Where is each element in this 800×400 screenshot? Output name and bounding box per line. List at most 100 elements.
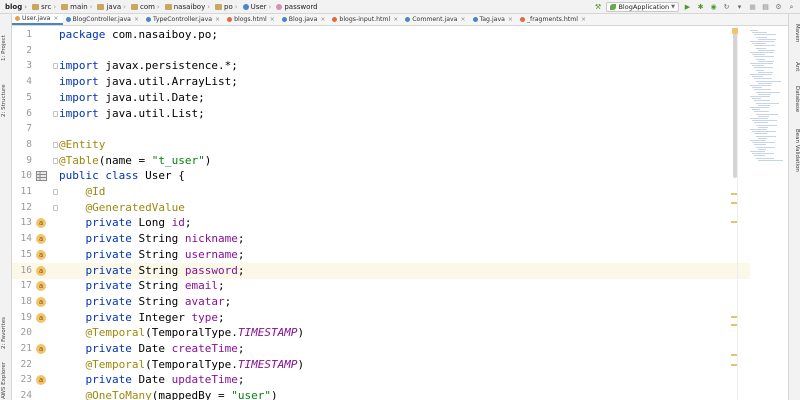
field-gutter-icon[interactable]: a — [36, 249, 46, 260]
line-number[interactable]: 10 — [12, 168, 32, 184]
line-number[interactable]: 21 — [12, 341, 32, 357]
code-text[interactable]: @Temporal(TemporalType.TIMESTAMP) — [59, 325, 305, 341]
line-number[interactable]: 7 — [12, 121, 32, 137]
code-line[interactable]: 3 import javax.persistence.*; — [12, 58, 750, 74]
code-text[interactable]: private String avatar; — [59, 294, 232, 310]
warning-stripe-marker[interactable] — [731, 364, 737, 366]
settings-icon[interactable]: ⚙ — [774, 3, 783, 12]
field-gutter-icon[interactable]: a — [36, 218, 46, 229]
code-text[interactable]: import java.util.List; — [59, 106, 205, 122]
warning-stripe-marker[interactable] — [731, 316, 737, 318]
code-line[interactable]: 23 a private Date updateTime; — [12, 372, 750, 388]
code-line[interactable]: 4 import java.util.ArrayList; — [12, 74, 750, 90]
project-structure-icon[interactable]: ▤ — [761, 3, 770, 12]
code-text[interactable]: public class User { — [59, 168, 185, 184]
code-editor[interactable]: 1 package com.nasaiboy.po; 2 3 import javax.… — [12, 26, 788, 400]
line-number[interactable]: 8 — [12, 137, 32, 153]
code-line[interactable]: 11 @Id — [12, 184, 750, 200]
code-text[interactable]: @GeneratedValue — [59, 200, 185, 216]
line-number[interactable]: 3 — [12, 58, 32, 74]
database-tool-button[interactable]: Database — [790, 86, 800, 126]
project-tool-button[interactable]: 1: Project — [1, 16, 11, 61]
close-icon[interactable]: × — [460, 16, 465, 23]
line-number[interactable]: 11 — [12, 184, 32, 200]
code-line[interactable]: 15 a private String username; — [12, 247, 750, 263]
code-line[interactable]: 18 a private String avatar; — [12, 294, 750, 310]
hammer-icon[interactable]: ⚒ — [593, 3, 602, 12]
close-icon[interactable]: × — [393, 16, 398, 23]
run-icon[interactable]: ▶ — [683, 3, 692, 12]
code-line[interactable]: 16 a private String password; — [12, 262, 750, 279]
line-number[interactable]: 1 — [12, 27, 32, 43]
stop-icon[interactable]: ■ — [748, 3, 757, 12]
breadcrumb-item[interactable]: blog › — [0, 0, 29, 14]
code-text[interactable]: import java.util.ArrayList; — [59, 74, 238, 90]
fold-marker-icon[interactable] — [53, 189, 58, 195]
fold-marker-icon[interactable] — [53, 157, 58, 164]
more-run-icon[interactable]: ▾ — [735, 3, 744, 12]
fold-marker-icon[interactable] — [53, 110, 58, 117]
warning-stripe-marker[interactable] — [731, 193, 737, 195]
search-icon[interactable]: ⌕ — [787, 3, 796, 12]
line-number[interactable]: 9 — [12, 153, 32, 169]
editor-tab[interactable]: blogs.html × — [224, 14, 279, 25]
close-icon[interactable]: × — [134, 16, 139, 23]
editor-scrollbar-thumb[interactable] — [733, 28, 737, 178]
editor-tab[interactable]: TypeController.java × — [143, 14, 224, 25]
code-text[interactable]: private String username; — [59, 247, 245, 263]
breadcrumb-item[interactable]: User › — [240, 0, 274, 14]
code-text[interactable]: @Id — [59, 184, 106, 200]
code-line[interactable]: 19 a private Integer type; — [12, 310, 750, 326]
code-line[interactable]: 22 @Temporal(TemporalType.TIMESTAMP) — [12, 357, 750, 373]
code-text[interactable]: @Entity — [59, 137, 105, 153]
breadcrumb-item[interactable]: nasaiboy › — [162, 0, 212, 14]
editor-tab[interactable]: _fragments.html × — [517, 14, 590, 25]
editor-tab[interactable]: blogs-input.html × — [329, 14, 402, 25]
favorites-tool-button[interactable]: 2: Favorites — [1, 304, 11, 349]
field-gutter-icon[interactable]: a — [36, 312, 46, 323]
line-number[interactable]: 18 — [12, 294, 32, 310]
line-number[interactable]: 17 — [12, 278, 32, 294]
profile-icon[interactable]: ↻ — [722, 3, 731, 12]
breadcrumb-item[interactable]: password — [273, 0, 319, 14]
debug-icon[interactable]: ✱ — [696, 3, 705, 12]
breadcrumb-item[interactable]: src › — [29, 0, 58, 14]
code-line[interactable]: 13 a private Long id; — [12, 215, 750, 231]
code-minimap[interactable] — [738, 26, 788, 176]
code-text[interactable]: @Table(name = "t_user") — [59, 153, 211, 169]
line-number[interactable]: 4 — [12, 74, 32, 90]
line-number[interactable]: 24 — [12, 388, 32, 400]
code-text[interactable]: import java.util.Date; — [59, 90, 205, 106]
code-line[interactable]: 17 a private String email; — [12, 278, 750, 294]
code-line[interactable]: 10 public class User { — [12, 168, 750, 184]
line-number[interactable]: 6 — [12, 106, 32, 122]
warning-stripe-marker[interactable] — [731, 324, 737, 326]
line-number[interactable]: 19 — [12, 310, 32, 326]
warning-stripe-marker[interactable] — [731, 354, 737, 356]
ant-tool-button[interactable]: Ant — [790, 62, 800, 82]
editor-tab[interactable]: User.java × — [12, 14, 63, 25]
field-gutter-icon[interactable]: a — [36, 234, 46, 245]
breadcrumb-item[interactable]: po › — [212, 0, 240, 14]
line-number[interactable]: 2 — [12, 43, 32, 59]
code-line[interactable]: 21 a private Date createTime; — [12, 341, 750, 357]
warning-stripe-marker[interactable] — [731, 221, 737, 223]
close-icon[interactable]: × — [53, 15, 58, 22]
code-line[interactable]: 9 @Table(name = "t_user") — [12, 153, 750, 169]
close-icon[interactable]: × — [581, 16, 586, 23]
code-text[interactable]: private String nickname; — [59, 231, 245, 247]
field-gutter-icon[interactable]: a — [36, 265, 46, 276]
line-number[interactable]: 15 — [12, 247, 32, 263]
database-table-icon[interactable] — [36, 171, 47, 182]
run-configuration-select[interactable]: BlogApplication ▼ — [606, 2, 679, 12]
line-number[interactable]: 20 — [12, 325, 32, 341]
breadcrumb-item[interactable]: main › — [58, 0, 94, 14]
code-line[interactable]: 2 — [12, 43, 750, 59]
close-icon[interactable]: × — [320, 16, 325, 23]
code-text[interactable]: private Date updateTime; — [59, 372, 245, 388]
field-gutter-icon[interactable]: a — [36, 344, 46, 354]
aws-explorer-tool-button[interactable]: AWS Explorer — [1, 354, 11, 399]
code-text[interactable]: private Integer type; — [59, 310, 225, 326]
breadcrumb-item[interactable]: com › — [128, 0, 162, 14]
line-number[interactable]: 14 — [12, 231, 32, 247]
